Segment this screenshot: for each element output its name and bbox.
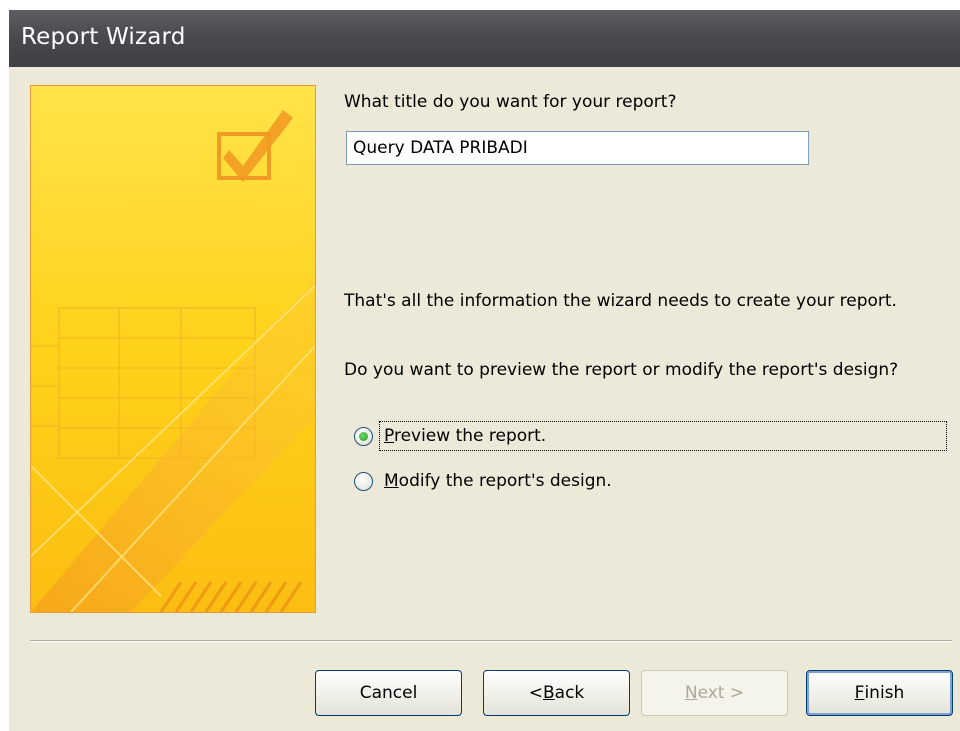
wizard-banner-image	[30, 85, 316, 613]
window-title: Report Wizard	[21, 24, 186, 50]
title-prompt-label: What title do you want for your report?	[344, 92, 677, 112]
report-checkmark-icon	[31, 86, 315, 612]
modify-design-radio[interactable]	[354, 471, 373, 491]
modify-design-label[interactable]: Modify the report's design.	[381, 469, 615, 493]
modify-design-option[interactable]: Modify the report's design.	[354, 465, 615, 497]
report-wizard-window: Report Wizard What title do you want for…	[9, 10, 960, 731]
title-bar[interactable]: Report Wizard	[9, 10, 960, 67]
next-button[interactable]: Next >	[641, 670, 788, 716]
report-title-input[interactable]	[346, 131, 809, 165]
info-text: That's all the information the wizard ne…	[344, 291, 897, 311]
finish-button[interactable]: Finish	[806, 670, 953, 716]
question-text: Do you want to preview the report or mod…	[344, 360, 899, 380]
separator-line	[30, 640, 952, 642]
cancel-button[interactable]: Cancel	[315, 670, 462, 716]
back-button[interactable]: < Back	[483, 670, 630, 716]
preview-report-label[interactable]: Preview the report.	[381, 424, 549, 448]
preview-report-radio[interactable]	[354, 426, 373, 446]
preview-report-option[interactable]: Preview the report.	[354, 420, 549, 452]
